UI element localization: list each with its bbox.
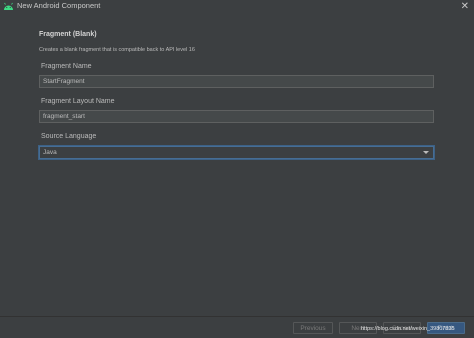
fragment-name-label: Fragment Name [41,63,92,70]
page-title: Fragment (Blank) [39,31,97,38]
watermark-text: https://blog.csdn.net/weixin_39807835 [361,326,455,332]
fragment-name-input[interactable] [39,75,434,88]
window-title: New Android Component [17,1,101,10]
wizard-content: Fragment (Blank) Creates a blank fragmen… [0,14,474,316]
title-bar: New Android Component ✕ [0,0,474,14]
source-language-value: Java [43,149,57,156]
layout-name-input[interactable] [39,110,434,123]
previous-button[interactable]: Previous [293,322,333,334]
source-language-label: Source Language [41,133,97,140]
layout-name-label: Fragment Layout Name [41,98,115,105]
close-icon[interactable]: ✕ [461,0,469,14]
page-description: Creates a blank fragment that is compati… [39,47,195,53]
wizard-footer: Previous Next Cancel Finish https://blog… [0,316,474,338]
chevron-down-icon [423,151,429,154]
android-icon [4,2,13,10]
source-language-dropdown[interactable]: Java [39,146,434,159]
